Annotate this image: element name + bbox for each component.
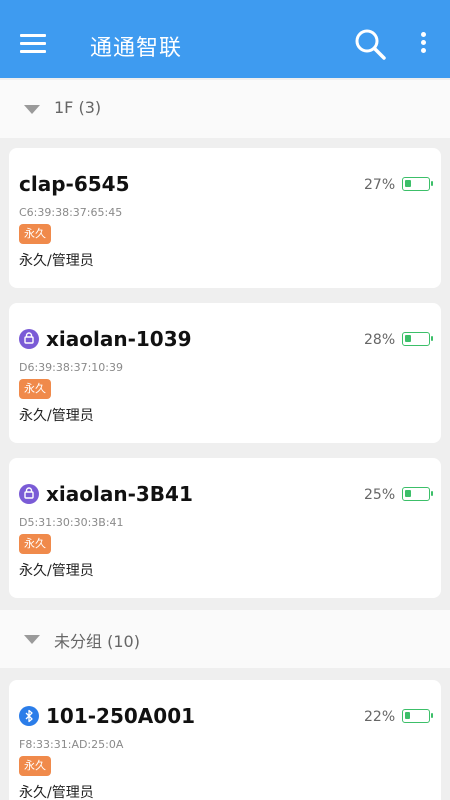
- battery-percent: 28%: [364, 332, 396, 348]
- caret-down-icon: [24, 105, 40, 114]
- device-card[interactable]: clap-6545 27% C6:39:38:37:65:45 永久 永久/管理…: [9, 148, 441, 288]
- battery-fill: [405, 490, 411, 497]
- device-card[interactable]: xiaolan-3B41 25% D5:31:30:30:3B:41 永久 永久…: [9, 458, 441, 598]
- battery-icon: [402, 709, 433, 723]
- lock-device-icon: [19, 329, 39, 349]
- hamburger-menu-icon[interactable]: [20, 34, 48, 54]
- group-label: 未分组 (10): [54, 632, 140, 651]
- search-icon[interactable]: [352, 26, 388, 62]
- permission-badge: 永久: [19, 534, 51, 554]
- device-mac: D6:39:38:37:10:39: [19, 361, 123, 374]
- app-bar: 通通智联: [0, 0, 450, 78]
- device-card[interactable]: xiaolan-1039 28% D6:39:38:37:10:39 永久 永久…: [9, 303, 441, 443]
- battery-percent: 25%: [364, 487, 396, 503]
- device-role: 永久/管理员: [19, 785, 94, 800]
- battery-percent: 27%: [364, 177, 396, 193]
- battery-icon: [402, 177, 433, 191]
- device-mac: D5:31:30:30:3B:41: [19, 516, 124, 529]
- group-label: 1F (3): [54, 98, 102, 117]
- permission-badge: 永久: [19, 224, 51, 244]
- device-name: clap-6545: [19, 172, 130, 196]
- bluetooth-lock-icon: [19, 706, 39, 726]
- device-name: xiaolan-1039: [46, 327, 192, 351]
- battery-fill: [405, 712, 410, 719]
- device-name: 101-250A001: [46, 704, 196, 728]
- caret-down-icon: [24, 635, 40, 644]
- permission-badge: 永久: [19, 379, 51, 399]
- app-title: 通通智联: [90, 36, 183, 61]
- device-name: xiaolan-3B41: [46, 482, 193, 506]
- device-mac: F8:33:31:AD:25:0A: [19, 738, 124, 751]
- battery-fill: [405, 180, 411, 187]
- battery-fill: [405, 335, 411, 342]
- battery-icon: [402, 332, 433, 346]
- group-header-ungrouped[interactable]: 未分组 (10): [0, 610, 450, 668]
- device-role: 永久/管理员: [19, 563, 94, 579]
- device-role: 永久/管理员: [19, 408, 94, 424]
- battery-percent: 22%: [364, 709, 396, 725]
- group-header-1f[interactable]: 1F (3): [0, 80, 450, 138]
- permission-badge: 永久: [19, 756, 51, 776]
- device-mac: C6:39:38:37:65:45: [19, 206, 123, 219]
- lock-device-icon: [19, 484, 39, 504]
- device-role: 永久/管理员: [19, 253, 94, 269]
- device-card[interactable]: 101-250A001 22% F8:33:31:AD:25:0A 永久 永久/…: [9, 680, 441, 800]
- battery-icon: [402, 487, 433, 501]
- more-vertical-icon[interactable]: [412, 30, 434, 58]
